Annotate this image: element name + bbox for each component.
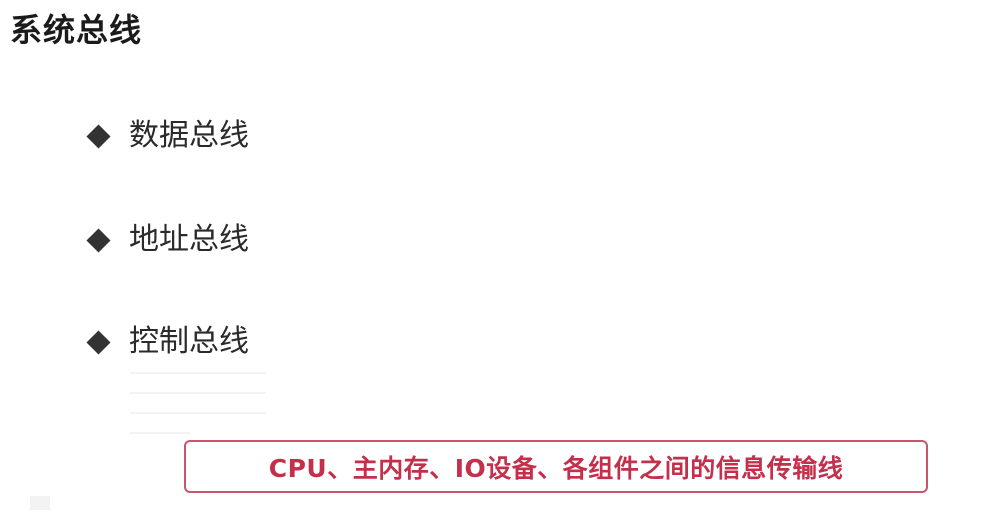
scan-artifact [130, 412, 266, 414]
slide-title: 系统总线 [10, 11, 143, 49]
scan-artifact [30, 496, 50, 510]
diamond-bullet-icon [86, 123, 111, 149]
bullet-label: 数据总线 [129, 118, 249, 153]
scan-artifact [130, 392, 266, 394]
bullet-item-data-bus: 数据总线 [86, 114, 249, 158]
slide: 系统总线 数据总线 地址总线 控制总线 CPU、主内存、IO设备、各组件之间的信… [0, 0, 990, 519]
bullet-item-address-bus: 地址总线 [86, 218, 249, 262]
diamond-bullet-icon [86, 227, 111, 253]
bullet-label: 控制总线 [129, 324, 249, 359]
scan-artifact [130, 432, 190, 434]
note-text: CPU、主内存、IO设备、各组件之间的信息传输线 [268, 453, 844, 483]
diamond-bullet-icon [86, 329, 111, 355]
note-callout-box: CPU、主内存、IO设备、各组件之间的信息传输线 [184, 440, 928, 493]
bullet-label: 地址总线 [129, 222, 249, 257]
bullet-item-control-bus: 控制总线 [86, 320, 249, 364]
scan-artifact [130, 372, 266, 374]
